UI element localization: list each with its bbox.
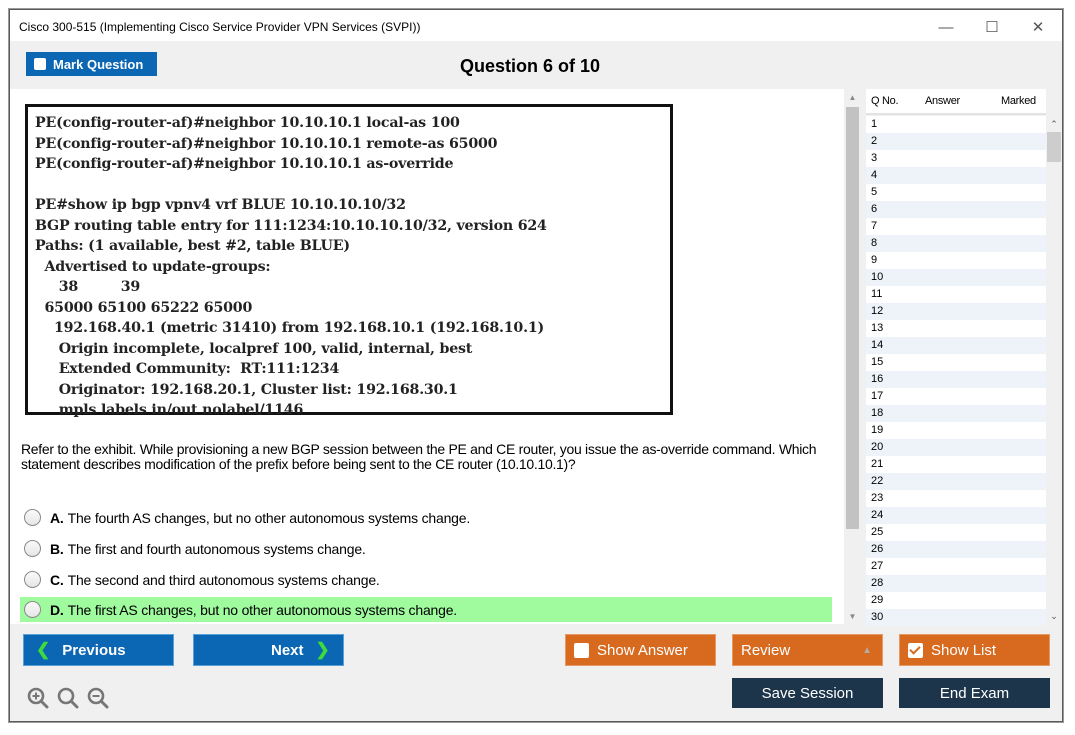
previous-button[interactable]: ❮ Previous [23,634,174,666]
question-list-row[interactable]: 14 [866,337,1046,354]
scrollbar-thumb[interactable] [846,107,859,529]
option-letter: B. [50,540,64,557]
column-header-answer: Answer [925,95,960,107]
radio-button[interactable] [24,571,41,588]
option-text: The fourth AS changes, but no other auto… [67,509,471,526]
zoom-controls [26,686,110,710]
question-list-scrollbar[interactable]: ⌃ ⌄ [1046,116,1062,624]
question-list-row[interactable]: 15 [866,354,1046,371]
option-letter: C. [50,571,64,588]
option-a[interactable]: A. The fourth AS changes, but no other a… [20,505,832,530]
chevron-left-icon: ❮ [36,640,51,659]
question-list-row[interactable]: 11 [866,286,1046,303]
option-b[interactable]: B. The first and fourth autonomous syste… [20,536,832,561]
app-window: Cisco 300-515 (Implementing Cisco Servic… [9,9,1063,722]
question-list-row[interactable]: 7 [866,218,1046,235]
option-c[interactable]: C. The second and third autonomous syste… [20,567,832,592]
show-answer-label: Show Answer [597,641,688,659]
radio-button[interactable] [24,601,41,618]
question-list-row[interactable]: 12 [866,303,1046,320]
question-list-row[interactable]: 25 [866,524,1046,541]
mark-question-label: Mark Question [53,56,144,72]
chevron-down-icon[interactable]: ⌄ [1046,609,1062,623]
previous-label: Previous [62,641,126,659]
triangle-up-icon: ▲ [862,644,872,656]
end-exam-button[interactable]: End Exam [899,678,1050,708]
question-list-row[interactable]: 13 [866,320,1046,337]
radio-button[interactable] [24,540,41,557]
question-list-header: Q No. Answer Marked [866,89,1046,115]
question-list-row[interactable]: 29 [866,592,1046,609]
question-list-row[interactable]: 24 [866,507,1046,524]
review-dropdown[interactable]: Review ▲ [732,634,883,666]
show-list-checkbox[interactable] [908,642,923,658]
question-list-row[interactable]: 8 [866,235,1046,252]
exhibit: PE(config-router-af)#neighbor 10.10.10.1… [25,104,673,418]
end-exam-label: End Exam [939,684,1010,702]
question-list-row[interactable]: 20 [866,439,1046,456]
content-scrollbar[interactable]: ▲ ▼ [844,89,861,624]
next-label: Next [271,641,304,659]
zoom-in-icon[interactable] [26,686,50,710]
radio-button[interactable] [24,509,41,526]
question-list-row[interactable]: 22 [866,473,1046,490]
save-session-label: Save Session [761,684,854,702]
question-counter: Question 6 of 10 [459,56,601,76]
mark-question-button[interactable]: Mark Question [26,52,157,76]
question-text: Refer to the exhibit. While provisioning… [21,441,817,472]
question-list-row[interactable]: 16 [866,371,1046,388]
option-text: The first AS changes, but no other auton… [67,601,458,618]
show-list-button[interactable]: Show List [899,634,1050,666]
mark-question-checkbox[interactable] [34,58,46,70]
option-letter: A. [50,509,64,526]
question-list-row[interactable]: 9 [866,252,1046,269]
scrollbar-thumb[interactable] [1047,132,1061,162]
save-session-button[interactable]: Save Session [732,678,883,708]
question-list-row[interactable]: 5 [866,184,1046,201]
option-text: The second and third autonomous systems … [67,571,380,588]
column-header-qno: Q No. [871,95,899,107]
question-list-row[interactable]: 6 [866,201,1046,218]
title-bar: Cisco 300-515 (Implementing Cisco Servic… [10,10,1062,41]
scroll-up-arrow-icon[interactable]: ▲ [844,91,861,105]
question-list-row[interactable]: 27 [866,558,1046,575]
show-list-label: Show List [931,641,997,659]
next-button[interactable]: Next ❯ [193,634,344,666]
question-list-row[interactable]: 30 [866,609,1046,626]
option-d[interactable]: D. The first AS changes, but no other au… [20,597,832,622]
question-list-row[interactable]: 3 [866,150,1046,167]
question-list-row[interactable]: 28 [866,575,1046,592]
chevron-right-icon: ❯ [315,640,330,659]
question-list-row[interactable]: 18 [866,405,1046,422]
question-list-row[interactable]: 21 [866,456,1046,473]
column-header-marked: Marked [1001,95,1036,107]
review-label: Review [741,641,791,659]
zoom-out-icon[interactable] [86,686,110,710]
maximize-button[interactable]: ☐ [970,15,1014,39]
window-title: Cisco 300-515 (Implementing Cisco Servic… [19,20,421,34]
question-list-panel: Q No. Answer Marked 1 2 3 4 5 6 7 8 9 10 11 12 13 14 1… [861,89,1062,626]
question-list-row[interactable]: 10 [866,269,1046,286]
option-letter: D. [50,601,64,618]
scroll-down-arrow-icon[interactable]: ▼ [844,610,861,624]
show-answer-button[interactable]: Show Answer [565,634,716,666]
close-button[interactable]: ✕ [1016,15,1060,39]
question-list-row[interactable]: 1 [866,116,1046,133]
question-list-row[interactable]: 26 [866,541,1046,558]
exhibit-text: PE(config-router-af)#neighbor 10.10.10.1… [35,115,547,418]
question-list-row[interactable]: 19 [866,422,1046,439]
question-list-row[interactable]: 23 [866,490,1046,507]
question-content: PE(config-router-af)#neighbor 10.10.10.1… [10,89,844,624]
question-list-row[interactable]: 4 [866,167,1046,184]
minimize-button[interactable]: — [924,15,968,39]
question-list-row[interactable]: 17 [866,388,1046,405]
option-text: The first and fourth autonomous systems … [67,540,366,557]
chevron-up-icon[interactable]: ⌃ [1046,117,1062,131]
zoom-reset-icon[interactable] [56,686,80,710]
show-answer-checkbox[interactable] [574,642,589,658]
question-list-rows: 1 2 3 4 5 6 7 8 9 10 11 12 13 14 15 16 17 18 19 20 21 22 23 24 2… [866,116,1046,626]
question-list-row[interactable]: 2 [866,133,1046,150]
